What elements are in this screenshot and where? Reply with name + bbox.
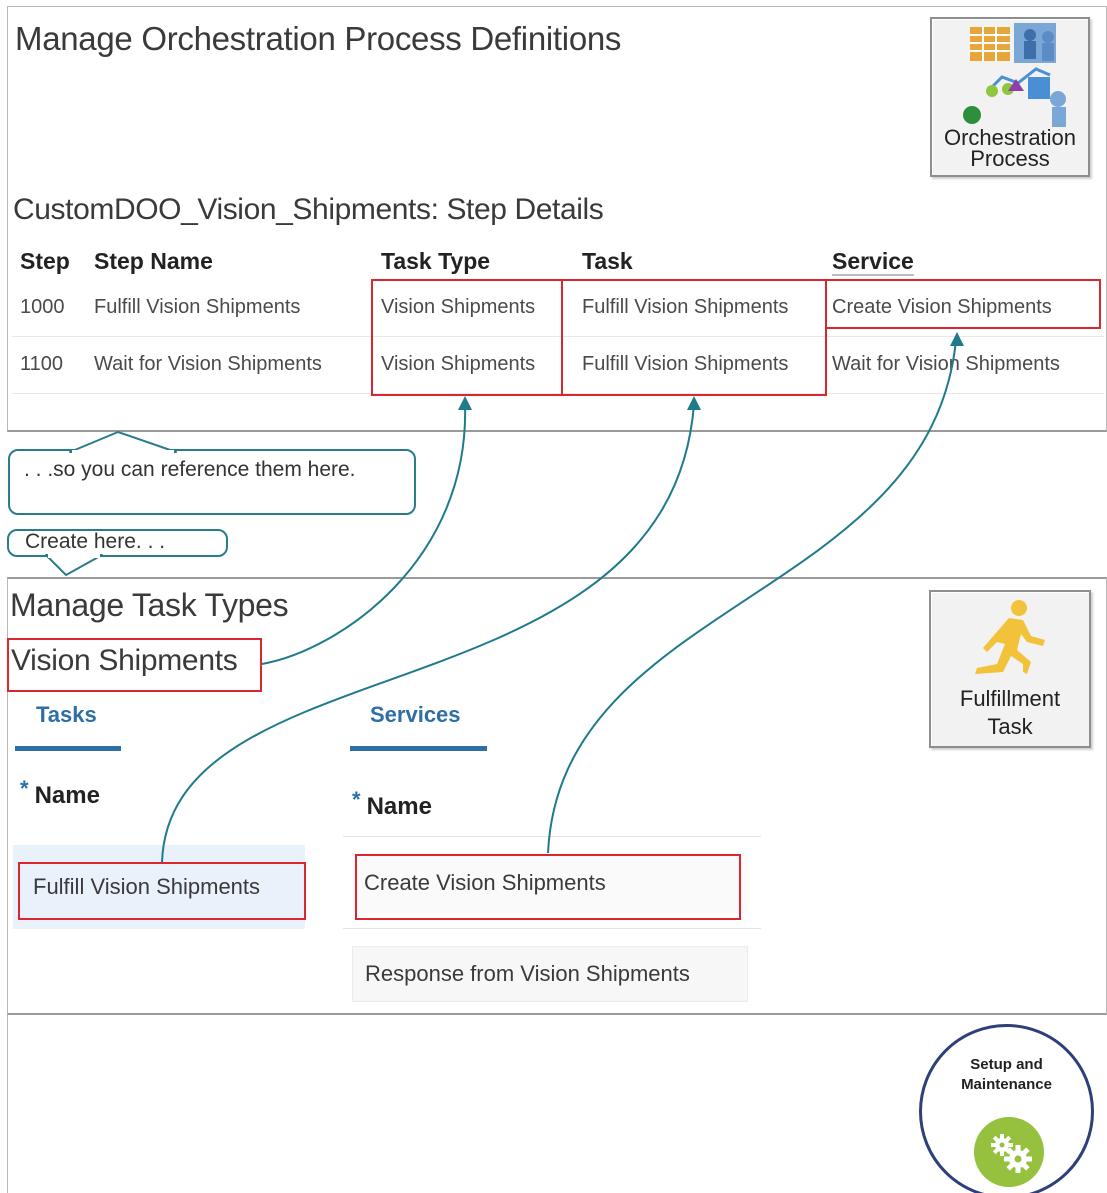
table-header-row: Step Step Name Task Type Task Service: [12, 243, 1104, 279]
cell-task: Fulfill Vision Shipments: [574, 279, 824, 337]
column-header-step: Step: [20, 247, 70, 274]
step-details-table: Step Step Name Task Type Task Service 10…: [12, 243, 1104, 394]
badge-label-line2: Maintenance: [961, 1076, 1052, 1093]
tab-services-indicator: [350, 746, 487, 751]
name-label: Name: [366, 793, 432, 820]
running-person-icon: [975, 600, 1045, 674]
badge-label-line1: Setup and: [970, 1056, 1043, 1073]
tile-label-line2: Task: [987, 714, 1033, 739]
orchestration-process-icon: [963, 23, 1066, 127]
task-list-item[interactable]: Fulfill Vision Shipments: [13, 845, 305, 929]
cell-step: 1100: [12, 336, 86, 394]
tile-label-line2: Process: [970, 146, 1050, 171]
column-header-task-type: Task Type: [381, 247, 491, 274]
column-header-step-name: Step Name: [94, 247, 213, 274]
create-callout: Create here. . .: [7, 529, 228, 557]
services-name-column-header: * Name: [352, 787, 432, 821]
step-details-title: CustomDOO_Vision_Shipments: Step Details: [13, 193, 604, 226]
tab-tasks-indicator: [15, 746, 121, 751]
cell-task: Fulfill Vision Shipments: [574, 336, 824, 394]
fulfillment-task-tile[interactable]: Fulfillment Task: [929, 590, 1091, 748]
service-row-divider: [343, 928, 761, 929]
cell-task-type: Vision Shipments: [373, 279, 574, 337]
cell-step: 1000: [12, 279, 86, 337]
service-list-item[interactable]: Response from Vision Shipments: [352, 946, 748, 1002]
column-header-task: Task: [582, 247, 633, 274]
tile-label-line1: Fulfillment: [959, 686, 1061, 711]
table-row[interactable]: 1000 Fulfill Vision Shipments Vision Shi…: [12, 279, 1104, 337]
cell-step-name: Fulfill Vision Shipments: [86, 279, 373, 337]
column-header-service: Service: [832, 247, 914, 274]
callout-tail: [45, 554, 103, 576]
setup-and-maintenance-badge[interactable]: Setup and Maintenance: [919, 1024, 1094, 1193]
cell-service: Wait for Vision Shipments: [824, 336, 1104, 394]
page-title: Manage Orchestration Process Definitions: [15, 20, 622, 57]
tile-label-line1: Orchestration: [943, 125, 1077, 150]
tab-services[interactable]: Services: [370, 702, 461, 728]
service-list-item[interactable]: Create Vision Shipments: [352, 853, 748, 913]
orchestration-process-tile[interactable]: Orchestration Process: [930, 17, 1090, 177]
table-row[interactable]: 1100 Wait for Vision Shipments Vision Sh…: [12, 336, 1104, 394]
name-label: Name: [34, 782, 100, 809]
gear-icon: [974, 1117, 1044, 1187]
reference-callout: . . .so you can reference them here.: [8, 449, 416, 515]
task-type-name: Vision Shipments: [11, 644, 238, 677]
required-marker: *: [352, 787, 361, 812]
tasks-name-column-header: * Name: [20, 776, 100, 810]
cell-service: Create Vision Shipments: [824, 279, 1104, 337]
services-header-divider: [343, 836, 761, 837]
tab-tasks[interactable]: Tasks: [36, 702, 97, 728]
manage-task-types-title: Manage Task Types: [10, 587, 289, 623]
cell-task-type: Vision Shipments: [373, 336, 574, 394]
cell-step-name: Wait for Vision Shipments: [86, 336, 373, 394]
required-marker: *: [20, 776, 29, 801]
